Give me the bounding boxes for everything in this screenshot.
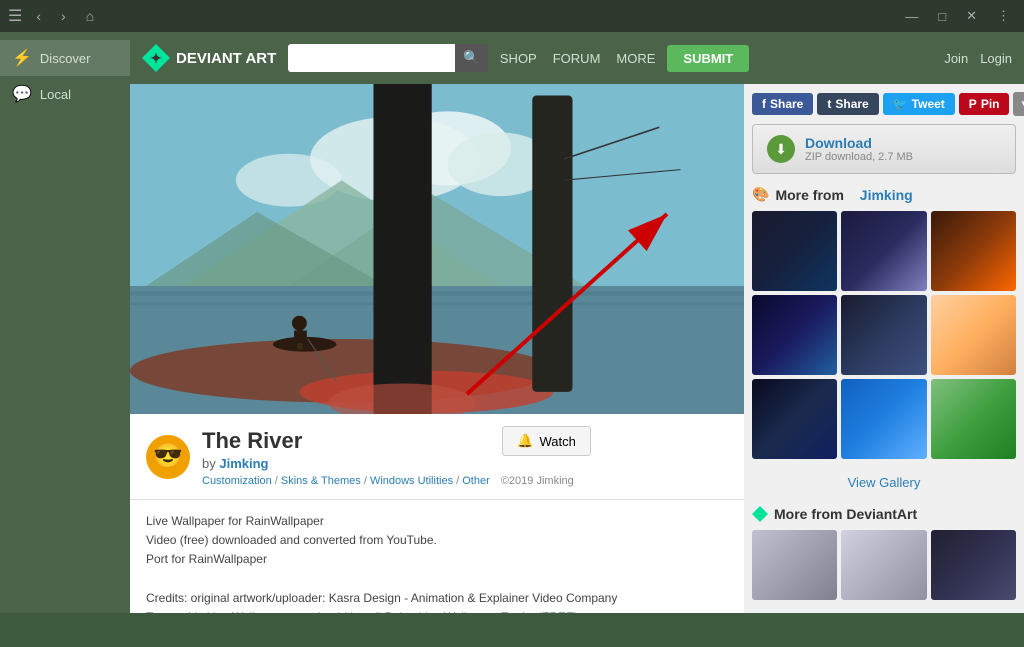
watch-icon: 🔔 bbox=[517, 433, 533, 449]
search-button[interactable]: 🔍 bbox=[455, 44, 488, 72]
tumblr-icon: t bbox=[827, 97, 831, 111]
nav-shop[interactable]: SHOP bbox=[500, 51, 537, 66]
gallery-item[interactable] bbox=[752, 295, 837, 375]
artwork-author-row: 😎 The River 🔔 Watch by bbox=[146, 426, 728, 487]
da-gallery-bottom bbox=[752, 530, 1016, 600]
fb-icon: f bbox=[762, 97, 766, 111]
close-button[interactable]: ✕ bbox=[960, 6, 983, 26]
da-logo: ✦ DEVIANT ART bbox=[142, 44, 276, 72]
watch-label: Watch bbox=[539, 434, 575, 449]
tweet-button[interactable]: 🐦 Tweet bbox=[883, 93, 955, 115]
artwork-tags: Customization / Skins & Themes / Windows… bbox=[202, 475, 591, 487]
forward-button[interactable]: › bbox=[55, 4, 72, 28]
da-gallery-item[interactable] bbox=[931, 530, 1016, 600]
da-gallery-item[interactable] bbox=[841, 530, 926, 600]
submit-button[interactable]: SUBMIT bbox=[667, 45, 749, 72]
da-gallery-item[interactable] bbox=[752, 530, 837, 600]
more-da-section-title: More from DeviantArt bbox=[752, 506, 1016, 522]
artwork-image bbox=[130, 84, 744, 414]
sidebar-item-local[interactable]: 💬 Local bbox=[0, 76, 130, 112]
gallery-item[interactable] bbox=[752, 379, 837, 459]
da-right-sidebar: f Share t Share 🐦 Tweet P Pin bbox=[744, 84, 1024, 613]
gallery-item[interactable] bbox=[841, 211, 926, 291]
artwork-svg bbox=[130, 84, 744, 414]
artwork-title: The River bbox=[202, 428, 302, 454]
download-label: Download bbox=[805, 135, 913, 151]
titlebar-right: — □ ✕ ⋮ bbox=[899, 6, 1016, 26]
gallery-item[interactable] bbox=[841, 295, 926, 375]
watch-button[interactable]: 🔔 Watch bbox=[502, 426, 591, 456]
da-logo-icon: ✦ bbox=[142, 44, 170, 72]
main-layout: ⚡ Discover 💬 Local ✦ DEVIANT ART 🔍 SHOP … bbox=[0, 32, 1024, 613]
social-more-button[interactable]: ▾ bbox=[1013, 92, 1024, 116]
titlebar-left: ☰ ‹ › ⌂ bbox=[8, 4, 100, 28]
da-header: ✦ DEVIANT ART 🔍 SHOP FORUM MORE SUBMIT J… bbox=[130, 32, 1024, 84]
download-button[interactable]: ⬇ Download ZIP download, 2.7 MB bbox=[752, 124, 1016, 174]
nav-forum[interactable]: FORUM bbox=[553, 51, 601, 66]
home-button[interactable]: ⌂ bbox=[80, 4, 100, 28]
maximize-button[interactable]: □ bbox=[932, 7, 952, 26]
content-area: ✦ DEVIANT ART 🔍 SHOP FORUM MORE SUBMIT J… bbox=[130, 32, 1024, 613]
artwork-title-row: The River 🔔 Watch bbox=[202, 426, 591, 456]
download-icon: ⬇ bbox=[767, 135, 795, 163]
copyright: ©2019 Jimking bbox=[501, 475, 574, 487]
sidebar-item-local-label: Local bbox=[40, 87, 71, 102]
da-diamond-icon bbox=[752, 506, 768, 522]
artwork-title-block: The River 🔔 Watch by Jimking bbox=[202, 426, 591, 487]
sidebar: ⚡ Discover 💬 Local bbox=[0, 32, 130, 613]
menu-icon[interactable]: ☰ bbox=[8, 6, 22, 26]
sidebar-item-discover[interactable]: ⚡ Discover bbox=[0, 40, 130, 76]
search-input[interactable] bbox=[288, 44, 459, 72]
da-logo-text: DEVIANT ART bbox=[176, 50, 276, 67]
pinterest-icon: P bbox=[969, 97, 977, 111]
tag-windows[interactable]: Windows Utilities bbox=[370, 475, 453, 487]
gallery-item[interactable] bbox=[931, 211, 1016, 291]
gallery-item[interactable] bbox=[931, 295, 1016, 375]
pin-button[interactable]: P Pin bbox=[959, 93, 1010, 115]
share-facebook-button[interactable]: f Share bbox=[752, 93, 813, 115]
more-from-icon: 🎨 bbox=[752, 186, 769, 203]
gallery-item[interactable] bbox=[931, 379, 1016, 459]
tag-skins[interactable]: Skins & Themes bbox=[281, 475, 361, 487]
discover-icon: ⚡ bbox=[12, 48, 32, 68]
social-buttons: f Share t Share 🐦 Tweet P Pin bbox=[752, 92, 1016, 116]
more-from-gallery bbox=[752, 211, 1016, 459]
nav-more[interactable]: MORE bbox=[616, 51, 655, 66]
twitter-icon: 🐦 bbox=[893, 97, 908, 111]
more-button[interactable]: ⋮ bbox=[991, 6, 1016, 26]
more-from-author[interactable]: Jimking bbox=[860, 187, 913, 203]
download-sub: ZIP download, 2.7 MB bbox=[805, 151, 913, 163]
avatar: 😎 bbox=[146, 435, 190, 479]
back-button[interactable]: ‹ bbox=[30, 4, 47, 28]
more-from-section-title: 🎨 More from Jimking bbox=[752, 186, 1016, 203]
artwork-info: 😎 The River 🔔 Watch by bbox=[130, 414, 744, 500]
da-body: 😎 The River 🔔 Watch by bbox=[130, 84, 1024, 613]
artwork-description: Live Wallpaper for RainWallpaper Video (… bbox=[130, 500, 744, 613]
author-link[interactable]: Jimking bbox=[219, 456, 268, 471]
join-link[interactable]: Join bbox=[944, 51, 968, 66]
share-tumblr-button[interactable]: t Share bbox=[817, 93, 878, 115]
tag-customization[interactable]: Customization bbox=[202, 475, 272, 487]
artwork-by: by Jimking bbox=[202, 456, 591, 471]
local-icon: 💬 bbox=[12, 84, 32, 104]
view-gallery-link[interactable]: View Gallery bbox=[752, 471, 1016, 494]
gallery-item[interactable] bbox=[841, 379, 926, 459]
da-nav-links: SHOP FORUM MORE bbox=[500, 51, 656, 66]
artwork-container bbox=[130, 84, 744, 414]
minimize-button[interactable]: — bbox=[899, 7, 924, 26]
sidebar-item-discover-label: Discover bbox=[40, 51, 91, 66]
da-main-column: 😎 The River 🔔 Watch by bbox=[130, 84, 744, 613]
login-link[interactable]: Login bbox=[980, 51, 1012, 66]
titlebar: ☰ ‹ › ⌂ — □ ✕ ⋮ bbox=[0, 0, 1024, 32]
gallery-item[interactable] bbox=[752, 211, 837, 291]
download-text: Download ZIP download, 2.7 MB bbox=[805, 135, 913, 163]
da-header-right: Join Login bbox=[944, 51, 1012, 66]
tag-other[interactable]: Other bbox=[462, 475, 490, 487]
